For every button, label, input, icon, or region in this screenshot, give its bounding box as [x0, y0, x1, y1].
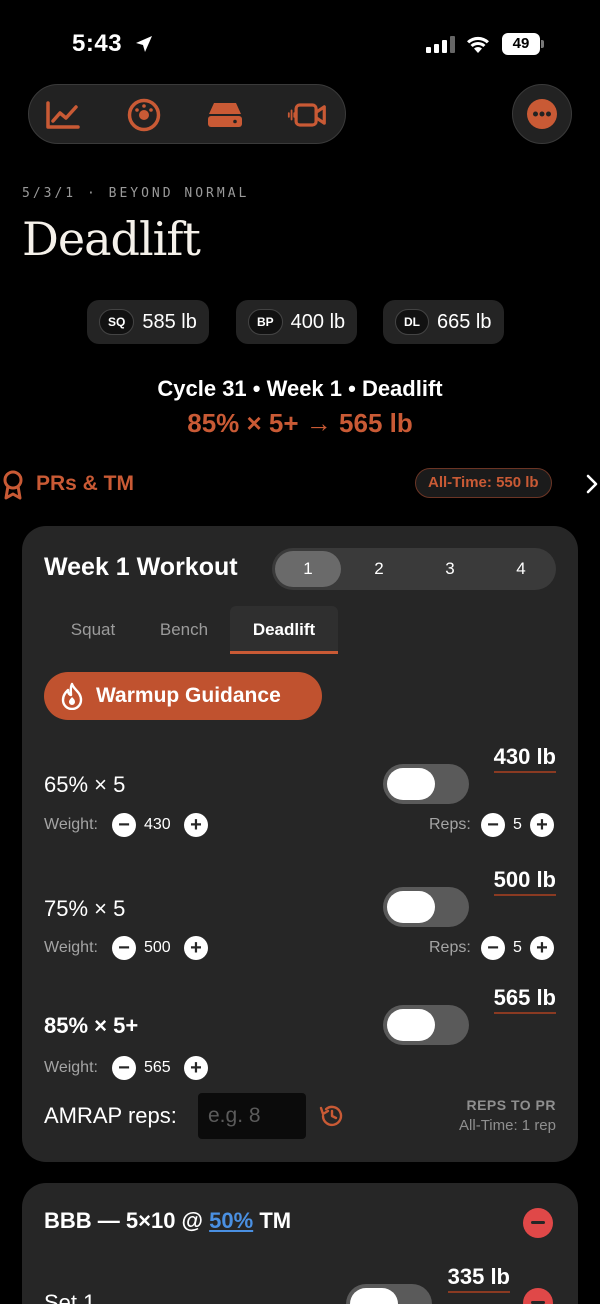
set-1-weight-decrement[interactable]: − — [112, 813, 136, 837]
ellipsis-circle-icon — [527, 99, 557, 129]
week-option-1[interactable]: 1 — [275, 551, 341, 587]
workout-title: Week 1 Workout — [44, 553, 238, 581]
reps-label: Reps: — [429, 939, 471, 956]
cellular-signal-icon — [426, 35, 455, 53]
bbb-title-suffix: TM — [259, 1208, 292, 1233]
video-recording-icon[interactable] — [287, 95, 327, 135]
lift-chip-squat[interactable]: SQ 585 lb — [87, 300, 209, 344]
set-2-weight: 500 lb — [493, 867, 556, 896]
set-1-reps-decrement[interactable]: − — [481, 813, 505, 837]
wifi-icon — [467, 36, 489, 53]
set-1-weight-value: 430 — [144, 816, 171, 833]
weight-label: Weight: — [44, 939, 98, 956]
bbb-title-prefix: BBB — 5×10 @ — [44, 1208, 204, 1233]
bbb-set-1-complete-toggle[interactable] — [346, 1284, 432, 1304]
plate-calculator-icon[interactable] — [124, 95, 164, 135]
weight-label: Weight: — [44, 816, 98, 833]
lift-chip-bench[interactable]: BP 400 lb — [236, 300, 358, 344]
lift-max: 585 lb — [142, 310, 197, 333]
lift-max: 665 lb — [437, 310, 492, 333]
all-time-pr-badge: All-Time: 550 lb — [415, 468, 552, 498]
reps-label: Reps: — [429, 816, 471, 833]
page-title: Deadlift — [22, 212, 201, 266]
flame-icon — [61, 682, 83, 710]
bbb-title: BBB — 5×10 @ 50% TM — [44, 1208, 291, 1234]
set-1-label: 65% × 5 — [44, 772, 126, 797]
warmup-guidance-button[interactable]: Warmup Guidance — [44, 672, 322, 720]
chevron-right-icon[interactable] — [586, 474, 598, 494]
set-2-reps-decrement[interactable]: − — [481, 936, 505, 960]
lift-tag: BP — [248, 309, 283, 335]
more-options-button[interactable] — [512, 84, 572, 144]
week-option-3[interactable]: 3 — [417, 551, 483, 587]
set-2-reps-value: 5 — [513, 939, 522, 956]
set-2-complete-toggle[interactable] — [383, 887, 469, 927]
lift-chip-deadlift[interactable]: DL 665 lb — [383, 300, 504, 344]
set-1-weight: 430 lb — [493, 744, 556, 773]
target-set-summary: 85% × 5+ → 565 lb — [187, 408, 413, 438]
prs-label: PRs & TM — [36, 472, 135, 495]
bbb-set-1-weight: 335 lb — [447, 1264, 510, 1293]
week-selector: 1 2 3 4 — [272, 548, 556, 590]
cycle-summary: Cycle 31 • Week 1 • Deadlift — [157, 376, 443, 401]
bbb-set-1-label: Set 1 — [44, 1290, 96, 1304]
lift-tag: SQ — [99, 309, 135, 335]
set-1-weight-increment[interactable]: + — [184, 813, 208, 837]
set-2-weight-value: 500 — [144, 939, 171, 956]
week-option-4[interactable]: 4 — [488, 551, 554, 587]
set-2-reps-increment[interactable]: + — [530, 936, 554, 960]
location-arrow-icon — [136, 36, 152, 52]
battery-icon: 49 — [502, 33, 544, 55]
amrap-label: AMRAP reps: — [44, 1103, 177, 1128]
award-ribbon-icon — [3, 470, 23, 500]
bbb-percent-link[interactable]: 50% — [209, 1208, 253, 1233]
barbell-plates-icon[interactable] — [205, 95, 245, 135]
tab-squat[interactable]: Squat — [48, 606, 138, 654]
lift-max: 400 lb — [290, 310, 346, 333]
history-icon[interactable] — [318, 1103, 344, 1129]
set-2-label: 75% × 5 — [44, 896, 126, 921]
progress-chart-icon[interactable] — [43, 95, 83, 135]
set-2-weight-increment[interactable]: + — [184, 936, 208, 960]
reps-to-pr-heading: REPS TO PR — [466, 1097, 556, 1113]
tab-deadlift[interactable]: Deadlift — [230, 606, 338, 654]
reps-to-pr-value: All-Time: 1 rep — [459, 1117, 556, 1134]
set-1-reps-increment[interactable]: + — [530, 813, 554, 837]
set-1-complete-toggle[interactable] — [383, 764, 469, 804]
week-option-2[interactable]: 2 — [346, 551, 412, 587]
set-3-complete-toggle[interactable] — [383, 1005, 469, 1045]
set-3-weight-value: 565 — [144, 1059, 171, 1076]
set-1-reps-value: 5 — [513, 816, 522, 833]
amrap-reps-input[interactable] — [198, 1093, 306, 1139]
lift-tag: DL — [395, 309, 429, 335]
set-2-weight-decrement[interactable]: − — [112, 936, 136, 960]
set-3-weight-increment[interactable]: + — [184, 1056, 208, 1080]
warmup-guidance-label: Warmup Guidance — [96, 684, 281, 707]
program-subtitle: 5/3/1 · BEYOND NORMAL — [22, 186, 250, 201]
set-3-weight-decrement[interactable]: − — [112, 1056, 136, 1080]
battery-level: 49 — [502, 33, 540, 55]
top-toolbar — [28, 84, 346, 144]
status-time: 5:43 — [72, 30, 123, 57]
set-3-weight: 565 lb — [493, 985, 556, 1014]
weight-label: Weight: — [44, 1059, 98, 1076]
set-3-label: 85% × 5+ — [44, 1013, 139, 1038]
tab-bench[interactable]: Bench — [140, 606, 228, 654]
remove-bbb-button[interactable] — [523, 1208, 553, 1238]
